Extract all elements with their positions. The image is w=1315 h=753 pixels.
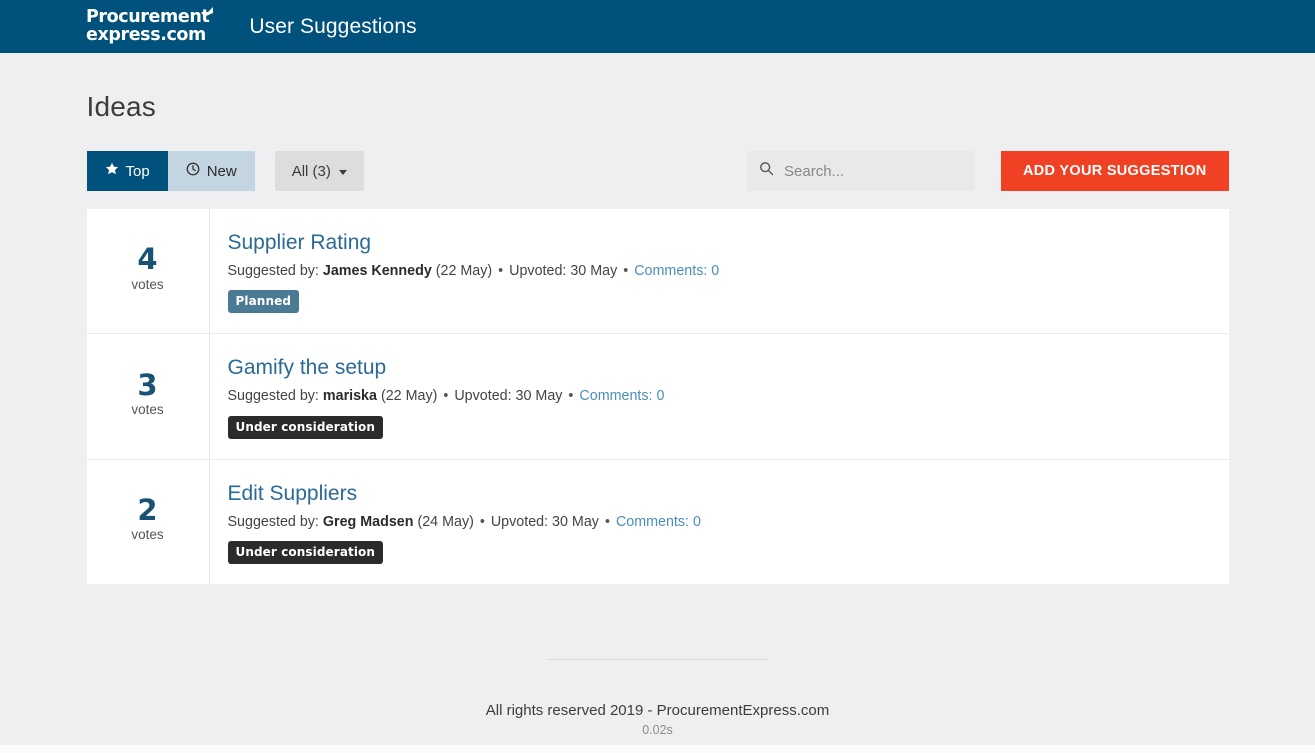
swoosh-icon xyxy=(201,6,214,19)
idea-row[interactable]: 3 votes Gamify the setup Suggested by: m… xyxy=(86,334,1229,460)
meta-separator: • xyxy=(479,513,485,530)
meta-date: (22 May) xyxy=(435,263,493,279)
meta-author: mariska xyxy=(322,388,377,405)
idea-meta: Suggested by: James Kennedy (22 May) • U… xyxy=(228,262,1209,281)
brand-logo[interactable]: Procurement express.com xyxy=(86,6,214,45)
vote-count: 3 xyxy=(137,367,158,402)
meta-upvoted: Upvoted: 30 May xyxy=(509,263,618,279)
navbar-title: User Suggestions xyxy=(249,14,417,38)
search-icon xyxy=(759,161,774,181)
page-title: Ideas xyxy=(86,91,156,122)
idea-body: Gamify the setup Suggested by: mariska (… xyxy=(208,334,1229,459)
idea-title-link[interactable]: Supplier Rating xyxy=(228,231,1209,255)
bottom-strip xyxy=(0,745,1315,753)
page-footer: All rights reserved 2019 - ProcurementEx… xyxy=(87,658,1229,737)
filter-dropdown-label: All (3) xyxy=(291,162,331,180)
clock-icon xyxy=(186,162,200,180)
meta-separator: • xyxy=(443,388,449,405)
meta-date: (24 May) xyxy=(417,513,474,530)
footer-copyright: All rights reserved 2019 - ProcurementEx… xyxy=(485,701,830,719)
filter-dropdown-all[interactable]: All (3) xyxy=(274,151,364,191)
footer-divider xyxy=(547,658,768,660)
vote-count: 4 xyxy=(137,242,158,277)
comments-link[interactable]: Comments: 0 xyxy=(616,514,701,530)
vote-label: votes xyxy=(131,527,164,543)
vote-label: votes xyxy=(131,402,164,418)
footer-render-time: 0.02s xyxy=(642,722,673,737)
star-icon xyxy=(105,162,119,180)
ideas-list: 4 votes Supplier Rating Suggested by: Ja… xyxy=(86,209,1229,584)
meta-separator: • xyxy=(604,513,610,530)
idea-body: Supplier Rating Suggested by: James Kenn… xyxy=(208,209,1229,334)
search-field-wrapper[interactable] xyxy=(747,151,976,191)
meta-author: Greg Madsen xyxy=(322,513,414,530)
brand-line-2: express.com xyxy=(86,25,206,45)
comments-link[interactable]: Comments: 0 xyxy=(579,388,664,404)
search-input[interactable] xyxy=(782,161,964,181)
tab-top-label: Top xyxy=(125,162,150,180)
add-suggestion-button[interactable]: ADD YOUR SUGGESTION xyxy=(1001,151,1229,191)
comments-link[interactable]: Comments: 0 xyxy=(634,263,719,279)
meta-separator: • xyxy=(568,388,574,405)
votes-column[interactable]: 4 votes xyxy=(87,209,209,333)
idea-row[interactable]: 2 votes Edit Suppliers Suggested by: Gre… xyxy=(87,459,1229,584)
meta-prefix: Suggested by: xyxy=(227,388,319,405)
idea-meta: Suggested by: mariska (22 May) • Upvoted… xyxy=(228,387,1209,406)
idea-row[interactable]: 4 votes Supplier Rating Suggested by: Ja… xyxy=(86,209,1229,335)
status-badge: Under consideration xyxy=(227,415,384,439)
meta-author: James Kennedy xyxy=(322,263,432,279)
vote-label: votes xyxy=(131,276,164,292)
chevron-down-icon xyxy=(338,169,347,175)
page-container: Ideas Top New All (3) Search... ADD YOUR… xyxy=(86,53,1229,737)
status-badge: Planned xyxy=(227,290,300,314)
meta-upvoted: Upvoted: 30 May xyxy=(490,513,599,530)
meta-prefix: Suggested by: xyxy=(227,263,319,279)
meta-prefix: Suggested by: xyxy=(227,513,319,530)
filter-group: Top New All (3) xyxy=(86,151,364,191)
tab-new[interactable]: New xyxy=(167,151,255,191)
meta-separator: • xyxy=(498,263,504,279)
tab-new-label: New xyxy=(206,162,237,180)
tab-top[interactable]: Top xyxy=(86,151,168,191)
top-navbar: Procurement express.com User Suggestions xyxy=(0,0,1315,53)
brand-line-1: Procurement xyxy=(86,6,210,27)
votes-column[interactable]: 2 votes xyxy=(87,460,209,584)
search-group: ADD YOUR SUGGESTION xyxy=(747,151,1229,191)
vote-count: 2 xyxy=(137,493,158,528)
idea-title-link[interactable]: Gamify the setup xyxy=(228,356,1209,380)
idea-body: Edit Suppliers Suggested by: Greg Madsen… xyxy=(208,459,1229,584)
toolbar: Top New All (3) Search... ADD YOUR SUGGE… xyxy=(86,151,1229,191)
votes-column[interactable]: 3 votes xyxy=(87,334,209,458)
idea-title-link[interactable]: Edit Suppliers xyxy=(228,482,1209,506)
status-badge: Under consideration xyxy=(227,540,384,564)
meta-separator: • xyxy=(623,263,629,279)
meta-upvoted: Upvoted: 30 May xyxy=(454,388,563,405)
idea-meta: Suggested by: Greg Madsen (24 May) • Upv… xyxy=(228,513,1209,532)
meta-date: (22 May) xyxy=(380,388,438,405)
